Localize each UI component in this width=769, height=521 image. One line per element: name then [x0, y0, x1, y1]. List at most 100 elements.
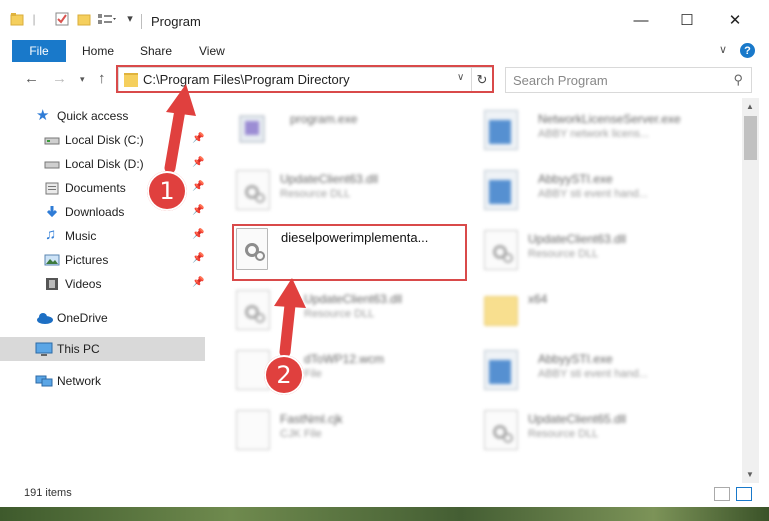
sidebar-item-label: Local Disk (C:)	[65, 133, 144, 147]
search-box[interactable]: Search Program ⚲	[505, 67, 752, 93]
dll-file-icon	[236, 170, 270, 210]
sidebar-item-label: This PC	[57, 342, 100, 356]
file-list: program.exe UpdateClient63.dll Resource …	[208, 98, 742, 483]
videos-icon	[44, 276, 60, 292]
title-bar: | ▾ Program — ☐ ✕	[0, 0, 769, 40]
file-item[interactable]: AbbyySTI.exe ABBY sti event hand...	[480, 162, 720, 216]
dll-file-icon	[236, 290, 270, 330]
pin-icon[interactable]: 📌	[192, 133, 204, 144]
computer-icon	[35, 341, 53, 357]
scrollbar-thumb[interactable]	[744, 116, 757, 160]
item-count: 191 items	[24, 487, 72, 499]
file-name: program.exe	[290, 112, 358, 126]
pictures-icon	[44, 252, 60, 268]
recent-locations-icon[interactable]: ▾	[80, 74, 85, 85]
expand-ribbon-icon[interactable]: ∨	[719, 43, 727, 56]
file-item[interactable]: UpdateClient65.dll Resource DLL	[480, 402, 720, 456]
sidebar-item-this-pc[interactable]: This PC	[0, 337, 205, 361]
file-item[interactable]: program.exe	[232, 102, 472, 156]
dll-file-icon	[484, 410, 518, 450]
folder-icon	[484, 296, 518, 326]
pin-icon[interactable]: 📌	[192, 229, 204, 240]
file-highlight	[232, 224, 467, 281]
search-icon[interactable]: ⚲	[733, 72, 743, 88]
application-icon	[484, 350, 518, 390]
application-icon	[484, 110, 518, 150]
back-arrow-icon[interactable]: ←	[24, 70, 39, 87]
file-type: Resource DLL	[280, 188, 351, 200]
documents-icon	[44, 180, 60, 196]
sidebar-item-pictures[interactable]: Pictures 📌	[0, 248, 205, 272]
desktop-background	[0, 507, 769, 521]
pin-icon[interactable]: 📌	[192, 181, 204, 192]
download-icon	[44, 204, 60, 220]
vertical-scrollbar[interactable]: ▲ ▼	[742, 98, 759, 483]
separator-icon: |	[32, 12, 36, 26]
forward-arrow-icon[interactable]: →	[52, 70, 67, 87]
tab-file[interactable]: File	[12, 40, 66, 62]
navigation-pane: ★ Quick access Local Disk (C:) 📌 Local D…	[0, 98, 208, 483]
minimize-button[interactable]: —	[618, 4, 664, 36]
address-bar-highlight	[116, 65, 494, 93]
sidebar-item-network[interactable]: Network	[0, 369, 205, 393]
network-icon	[35, 373, 53, 389]
sidebar-item-onedrive[interactable]: OneDrive	[0, 306, 205, 330]
application-icon	[236, 110, 268, 148]
sidebar-item-label: Videos	[65, 277, 102, 291]
file-type: CJK File	[280, 428, 322, 440]
file-name: dToWP12.wcm	[304, 352, 385, 366]
sidebar-item-local-disk-c[interactable]: Local Disk (C:) 📌	[0, 128, 205, 152]
cloud-icon	[36, 310, 53, 326]
drive-icon	[44, 156, 60, 172]
pin-icon[interactable]: 📌	[192, 277, 204, 288]
tab-share[interactable]: Share	[140, 40, 172, 62]
sidebar-item-label: Quick access	[57, 109, 129, 123]
up-arrow-icon[interactable]: ↑	[98, 70, 106, 87]
file-item[interactable]: AbbyySTI.exe ABBY sti event hand...	[480, 342, 720, 396]
folder-item[interactable]: x64	[480, 282, 720, 336]
scroll-down-arrow-icon[interactable]: ▼	[746, 470, 754, 479]
star-icon: ★	[36, 107, 50, 124]
file-type: Resource DLL	[304, 308, 375, 320]
customize-toolbar-icon[interactable]: ▾	[124, 12, 136, 25]
close-icon: ✕	[728, 12, 742, 29]
large-icons-view-icon[interactable]	[736, 487, 752, 501]
close-button[interactable]: ✕	[712, 4, 758, 36]
pin-icon[interactable]: 📌	[192, 253, 204, 264]
file-name: UpdateClient65.dll	[528, 412, 627, 426]
new-folder-icon[interactable]	[76, 12, 92, 26]
file-item[interactable]: UpdateClient63.dll Resource DLL	[480, 222, 720, 276]
file-item[interactable]: UpdateClient63.dll Resource DLL	[232, 282, 472, 336]
sidebar-item-quick-access[interactable]: ★ Quick access	[0, 104, 205, 128]
maximize-button[interactable]: ☐	[664, 4, 710, 36]
file-item[interactable]: FastNml.cjk CJK File	[232, 402, 472, 456]
file-name: AbbyySTI.exe	[538, 172, 613, 186]
sidebar-item-music[interactable]: ♫ Music 📌	[0, 224, 205, 248]
sidebar-item-videos[interactable]: Videos 📌	[0, 272, 205, 296]
help-icon[interactable]: ?	[740, 43, 755, 58]
view-options-icon[interactable]	[96, 12, 118, 26]
maximize-icon: ☐	[680, 12, 694, 29]
status-bar: 191 items	[0, 483, 769, 507]
file-item[interactable]: UpdateClient63.dll Resource DLL	[232, 162, 472, 216]
file-name: UpdateClient63.dll	[528, 232, 627, 246]
drive-icon	[44, 132, 60, 148]
file-name: UpdateClient63.dll	[280, 172, 379, 186]
pin-icon[interactable]: 📌	[192, 157, 204, 168]
file-name: FastNml.cjk	[280, 412, 343, 426]
tab-home[interactable]: Home	[82, 40, 114, 62]
pin-icon[interactable]: 📌	[192, 205, 204, 216]
ribbon-tabs: File Home Share View ∨ ?	[0, 40, 769, 62]
file-item[interactable]: NetworkLicenseServer.exe ABBY network li…	[480, 102, 720, 156]
dll-file-icon	[484, 230, 518, 270]
file-type: ABBY network licens...	[538, 128, 650, 140]
search-input[interactable]: Search Program	[513, 73, 608, 88]
properties-icon[interactable]	[54, 12, 70, 26]
minimize-icon: —	[633, 11, 649, 29]
details-view-icon[interactable]	[714, 487, 730, 501]
scroll-up-arrow-icon[interactable]: ▲	[746, 102, 754, 111]
tab-view[interactable]: View	[199, 40, 225, 62]
title-separator	[141, 14, 142, 29]
sidebar-item-label: OneDrive	[57, 311, 108, 325]
sidebar-item-label: Local Disk (D:)	[65, 157, 144, 171]
